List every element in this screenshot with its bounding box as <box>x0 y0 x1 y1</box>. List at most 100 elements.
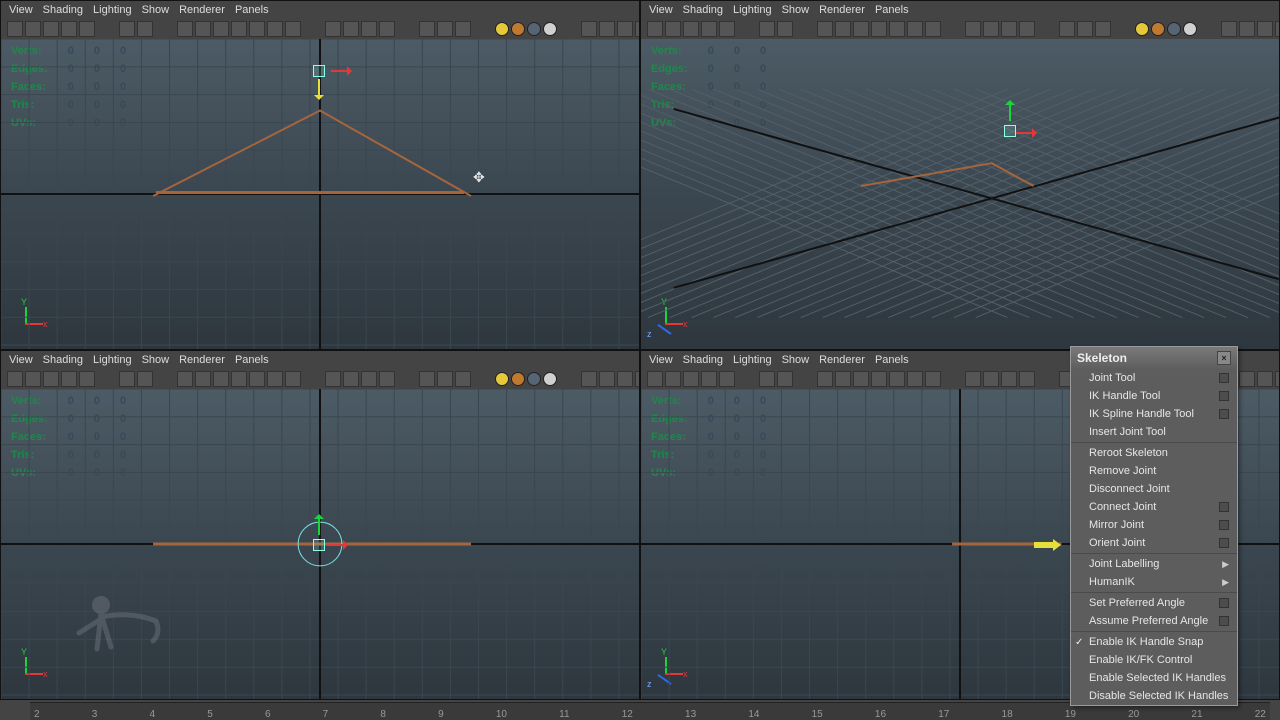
toolbar-button[interactable] <box>1095 21 1111 37</box>
toolbar-button[interactable] <box>213 371 229 387</box>
menu-show[interactable]: Show <box>782 4 810 16</box>
skeleton-menu-item[interactable]: Assume Preferred Angle <box>1071 612 1237 630</box>
skeleton-menu-item[interactable]: Joint Labelling▶ <box>1071 555 1237 573</box>
toolbar-button[interactable] <box>817 21 833 37</box>
toolbar-button[interactable] <box>1221 21 1237 37</box>
toolbar-button[interactable] <box>1257 21 1273 37</box>
skeleton-menu-item[interactable]: Disconnect Joint <box>1071 480 1237 498</box>
menu-shading[interactable]: Shading <box>683 354 723 366</box>
menu-renderer[interactable]: Renderer <box>819 4 865 16</box>
toolbar-button[interactable] <box>7 371 23 387</box>
skeleton-menu-item[interactable]: Insert Joint Tool <box>1071 423 1237 441</box>
light-indicator-icon[interactable] <box>527 22 541 36</box>
manipulator-pivot[interactable] <box>313 539 325 551</box>
menu-panels[interactable]: Panels <box>235 4 269 16</box>
toolbar-button[interactable] <box>195 371 211 387</box>
toolbar-button[interactable] <box>599 21 615 37</box>
menu-view[interactable]: View <box>649 4 673 16</box>
menu-lighting[interactable]: Lighting <box>93 354 132 366</box>
menu-view[interactable]: View <box>649 354 673 366</box>
toolbar-button[interactable] <box>817 371 833 387</box>
menu-renderer[interactable]: Renderer <box>179 354 225 366</box>
manipulator-x-arrow-icon[interactable] <box>331 70 351 72</box>
toolbar-button[interactable] <box>25 371 41 387</box>
option-box-icon[interactable] <box>1219 598 1229 608</box>
toolbar-button[interactable] <box>907 21 923 37</box>
skeleton-menu-item[interactable]: Joint Tool <box>1071 369 1237 387</box>
menu-show[interactable]: Show <box>142 4 170 16</box>
toolbar-button[interactable] <box>889 371 905 387</box>
toolbar-button[interactable] <box>249 21 265 37</box>
toolbar-button[interactable] <box>43 21 59 37</box>
light-indicator-icon[interactable] <box>511 22 525 36</box>
menu-shading[interactable]: Shading <box>43 4 83 16</box>
option-box-icon[interactable] <box>1219 520 1229 530</box>
toolbar-button[interactable] <box>683 371 699 387</box>
skeleton-menu-item[interactable]: Reroot Skeleton <box>1071 444 1237 462</box>
light-indicator-icon[interactable] <box>543 22 557 36</box>
menu-show[interactable]: Show <box>142 354 170 366</box>
toolbar-button[interactable] <box>719 371 735 387</box>
skeleton-menu-item[interactable]: Orient Joint <box>1071 534 1237 552</box>
toolbar-button[interactable] <box>137 371 153 387</box>
toolbar-button[interactable] <box>719 21 735 37</box>
manipulator-y-arrow-icon[interactable] <box>318 79 320 99</box>
toolbar-button[interactable] <box>119 21 135 37</box>
light-indicator-icon[interactable] <box>511 372 525 386</box>
toolbar-button[interactable] <box>1239 21 1255 37</box>
toolbar-button[interactable] <box>853 371 869 387</box>
toolbar-button[interactable] <box>285 371 301 387</box>
menu-lighting[interactable]: Lighting <box>93 4 132 16</box>
toolbar-button[interactable] <box>925 371 941 387</box>
skeleton-menu-item[interactable]: IK Spline Handle Tool <box>1071 405 1237 423</box>
toolbar-button[interactable] <box>379 21 395 37</box>
toolbar-button[interactable] <box>871 21 887 37</box>
menu-lighting[interactable]: Lighting <box>733 354 772 366</box>
toolbar-button[interactable] <box>249 371 265 387</box>
menu-panels[interactable]: Panels <box>875 4 909 16</box>
toolbar-button[interactable] <box>599 371 615 387</box>
toolbar-button[interactable] <box>835 21 851 37</box>
toolbar-button[interactable] <box>665 21 681 37</box>
toolbar-button[interactable] <box>617 21 633 37</box>
light-indicator-icon[interactable] <box>1151 22 1165 36</box>
manipulator-x-arrow-icon[interactable] <box>327 544 347 546</box>
toolbar-button[interactable] <box>701 371 717 387</box>
toolbar-button[interactable] <box>213 21 229 37</box>
toolbar-button[interactable] <box>137 21 153 37</box>
toolbar-button[interactable] <box>1001 21 1017 37</box>
toolbar-button[interactable] <box>835 371 851 387</box>
skeleton-menu-item[interactable]: Enable Selected IK Handles <box>1071 669 1237 687</box>
skeleton-menu-item[interactable]: Remove Joint <box>1071 462 1237 480</box>
toolbar-button[interactable] <box>983 21 999 37</box>
menu-panels[interactable]: Panels <box>235 354 269 366</box>
toolbar-button[interactable] <box>1257 371 1273 387</box>
toolbar-button[interactable] <box>325 21 341 37</box>
toolbar-button[interactable] <box>1019 371 1035 387</box>
toolbar-button[interactable] <box>889 21 905 37</box>
skeleton-menu-item[interactable]: IK Handle Tool <box>1071 387 1237 405</box>
manipulator-y-arrow-icon[interactable] <box>1009 101 1011 121</box>
close-icon[interactable]: × <box>1217 351 1231 365</box>
toolbar-button[interactable] <box>777 21 793 37</box>
skeleton-menu-item[interactable]: Enable IK/FK Control <box>1071 651 1237 669</box>
option-box-icon[interactable] <box>1219 538 1229 548</box>
toolbar-button[interactable] <box>1077 21 1093 37</box>
manipulator-y-arrow-icon[interactable] <box>318 515 320 535</box>
toolbar-button[interactable] <box>43 371 59 387</box>
menu-shading[interactable]: Shading <box>43 354 83 366</box>
toolbar-button[interactable] <box>61 21 77 37</box>
toolbar-button[interactable] <box>581 21 597 37</box>
toolbar-button[interactable] <box>1275 21 1280 37</box>
light-indicator-icon[interactable] <box>543 372 557 386</box>
menu-show[interactable]: Show <box>782 354 810 366</box>
toolbar-button[interactable] <box>907 371 923 387</box>
manipulator-pivot[interactable] <box>1004 125 1016 137</box>
skeleton-menu-item[interactable]: Disable Selected IK Handles <box>1071 687 1237 705</box>
menu-view[interactable]: View <box>9 354 33 366</box>
toolbar-button[interactable] <box>379 371 395 387</box>
toolbar-button[interactable] <box>1239 371 1255 387</box>
light-indicator-icon[interactable] <box>1183 22 1197 36</box>
toolbar-button[interactable] <box>759 21 775 37</box>
menu-lighting[interactable]: Lighting <box>733 4 772 16</box>
